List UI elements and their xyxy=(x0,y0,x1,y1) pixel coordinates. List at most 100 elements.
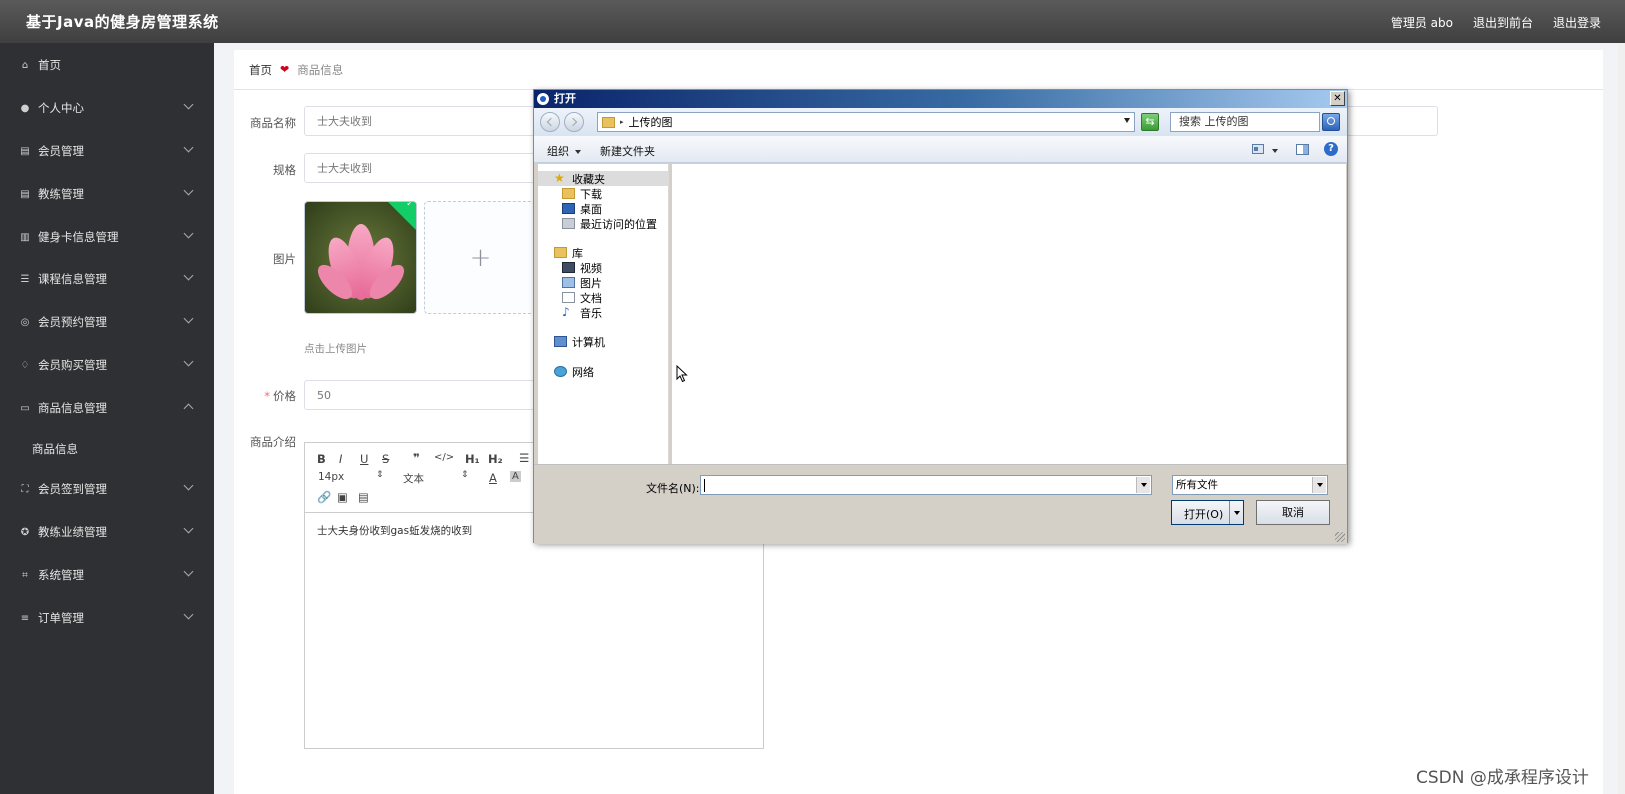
close-icon[interactable]: ✕ xyxy=(1330,91,1345,106)
open-button[interactable]: 打开(O) xyxy=(1171,500,1244,525)
nav-item-computer[interactable]: 计算机 xyxy=(554,334,605,349)
nav-item-network[interactable]: 网络 xyxy=(554,364,594,379)
bold-icon[interactable]: B xyxy=(317,452,326,466)
back-button[interactable] xyxy=(540,112,560,132)
help-icon[interactable]: ? xyxy=(1324,142,1338,156)
chevron-down-icon xyxy=(183,228,194,239)
top-header: 基于Java的健身房管理系统 管理员 abo 退出到前台 退出登录 xyxy=(0,0,1625,43)
nav-item-label: 库 xyxy=(572,246,583,260)
nav-item-documents[interactable]: 文档 xyxy=(562,290,602,305)
heading1-icon[interactable]: H₁ xyxy=(465,452,480,466)
fullscreen-icon: ⛶ xyxy=(21,483,29,495)
file-list-pane[interactable] xyxy=(672,164,1346,464)
nav-item-libraries[interactable]: 库 xyxy=(554,245,583,260)
spec-label: 规格 xyxy=(273,163,296,177)
sidebar-item-performance-management[interactable]: ✪ 教练业绩管理 xyxy=(0,512,214,552)
refresh-icon[interactable]: ⇆ xyxy=(1141,113,1159,131)
heading2-icon[interactable]: H₂ xyxy=(488,452,503,466)
logout-link[interactable]: 退出登录 xyxy=(1553,14,1601,31)
image-label: 图片 xyxy=(273,252,296,266)
forward-button[interactable] xyxy=(564,112,584,132)
address-bar[interactable]: ▸ 上传的图 xyxy=(597,112,1135,132)
code-icon[interactable]: </> xyxy=(434,452,454,463)
underline-icon[interactable]: U xyxy=(360,452,368,466)
chevron-down-icon[interactable] xyxy=(1124,118,1130,123)
watermark: CSDN @成承程序设计 xyxy=(1416,768,1589,788)
editor-content[interactable]: 士大夫身份收到gas蚯发烧的收到 xyxy=(317,523,472,538)
price-input[interactable]: 50 xyxy=(304,380,544,410)
chart-icon: ▥ xyxy=(20,231,30,243)
text-caret xyxy=(704,479,705,492)
search-input[interactable]: 搜索 上传的图 xyxy=(1170,112,1320,132)
breadcrumb-home[interactable]: 首页 xyxy=(249,62,272,78)
sidebar-item-course-management[interactable]: ☰ 课程信息管理 xyxy=(0,259,214,299)
list-icon: ☰ xyxy=(20,273,30,285)
sidebar-item-system-management[interactable]: ⌗ 系统管理 xyxy=(0,555,214,595)
sidebar-item-home[interactable]: ⌂ 首页 xyxy=(0,45,214,85)
user-icon: ● xyxy=(20,102,30,114)
spec-input[interactable]: 士大夫收到 xyxy=(304,153,544,183)
sidebar-item-purchase-management[interactable]: ♢ 会员购买管理 xyxy=(0,345,214,385)
cancel-button[interactable]: 取消 xyxy=(1256,500,1330,525)
quote-icon[interactable]: ❞ xyxy=(413,451,420,465)
page-scrollbar[interactable] xyxy=(1618,43,1625,794)
chevron-down-icon xyxy=(1272,149,1278,153)
view-options-icon[interactable] xyxy=(1252,144,1264,154)
chevron-down-icon xyxy=(183,609,194,620)
file-type-select[interactable]: 所有文件 xyxy=(1172,475,1328,495)
filename-input[interactable] xyxy=(700,475,1152,495)
background-color-icon[interactable]: A xyxy=(510,471,521,482)
sidebar-item-personal-center[interactable]: ● 个人中心 xyxy=(0,88,214,128)
exit-to-front-link[interactable]: 退出到前台 xyxy=(1473,14,1533,31)
italic-icon[interactable]: I xyxy=(339,452,342,466)
sidebar-subitem-product-info[interactable]: 商品信息 xyxy=(0,429,214,469)
nav-item-label: 收藏夹 xyxy=(572,172,605,186)
upload-add-button[interactable]: + xyxy=(424,201,537,314)
view-dropdown[interactable] xyxy=(1272,144,1278,157)
nav-item-music[interactable]: ♪ 音乐 xyxy=(562,305,602,320)
search-icon[interactable] xyxy=(1322,113,1340,131)
sidebar-item-coach-management[interactable]: ▤ 教练管理 xyxy=(0,174,214,214)
sidebar-item-booking-management[interactable]: ◎ 会员预约管理 xyxy=(0,302,214,342)
organize-menu[interactable]: 组织 xyxy=(547,143,581,159)
image-icon[interactable]: ▣ xyxy=(337,490,348,504)
price-label: * 价格 xyxy=(236,388,296,404)
sidebar-item-member-management[interactable]: ▤ 会员管理 xyxy=(0,131,214,171)
video-icon[interactable]: ▤ xyxy=(358,490,369,504)
font-type-select[interactable]: 文本 xyxy=(403,471,424,486)
uploaded-image-thumbnail[interactable]: ✓ xyxy=(304,201,417,314)
ordered-list-icon[interactable]: ☰ xyxy=(519,451,529,465)
strike-icon[interactable]: S xyxy=(382,452,389,466)
dialog-titlebar[interactable]: 打开 xyxy=(534,90,1347,108)
sidebar-item-product-management[interactable]: ▭ 商品信息管理 xyxy=(0,388,214,428)
nav-item-recent-places[interactable]: 最近访问的位置 xyxy=(562,216,657,231)
address-path: 上传的图 xyxy=(628,116,673,129)
folder-icon xyxy=(602,116,615,128)
home-icon: ⌂ xyxy=(21,59,29,71)
open-split-dropdown[interactable] xyxy=(1229,501,1243,524)
font-size-select[interactable]: 14px xyxy=(318,471,344,483)
resize-grip-icon[interactable] xyxy=(1335,532,1345,542)
sidebar-item-order-management[interactable]: ≡ 订单管理 xyxy=(0,598,214,638)
sidebar-item-checkin-management[interactable]: ⛶ 会员签到管理 xyxy=(0,469,214,509)
link-icon[interactable]: 🔗 xyxy=(317,490,331,504)
chevron-down-icon[interactable] xyxy=(1312,477,1326,493)
nav-item-label: 下载 xyxy=(580,187,602,201)
chevron-down-icon xyxy=(183,313,194,324)
nav-item-desktop[interactable]: 桌面 xyxy=(562,201,602,216)
nav-item-downloads[interactable]: 下载 xyxy=(562,186,602,201)
preview-pane-icon[interactable] xyxy=(1296,144,1309,155)
nav-item-favorites[interactable]: ★ 收藏夹 xyxy=(538,171,669,186)
new-folder-button[interactable]: 新建文件夹 xyxy=(600,143,655,159)
nav-item-label: 最近访问的位置 xyxy=(580,217,657,231)
nav-item-videos[interactable]: 视频 xyxy=(562,260,602,275)
address-row: ▸ 上传的图 ⇆ 搜索 上传的图 xyxy=(534,108,1347,136)
nav-item-pictures[interactable]: 图片 xyxy=(562,275,602,290)
chevron-down-icon xyxy=(183,185,194,196)
font-color-icon[interactable]: A xyxy=(489,471,497,485)
chevron-down-icon[interactable] xyxy=(1136,477,1150,493)
sidebar-subitem-label: 商品信息 xyxy=(32,442,78,456)
sidebar-item-label: 会员购买管理 xyxy=(38,358,107,372)
sidebar-item-card-management[interactable]: ▥ 健身卡信息管理 xyxy=(0,217,214,257)
music-icon: ♪ xyxy=(562,305,570,319)
